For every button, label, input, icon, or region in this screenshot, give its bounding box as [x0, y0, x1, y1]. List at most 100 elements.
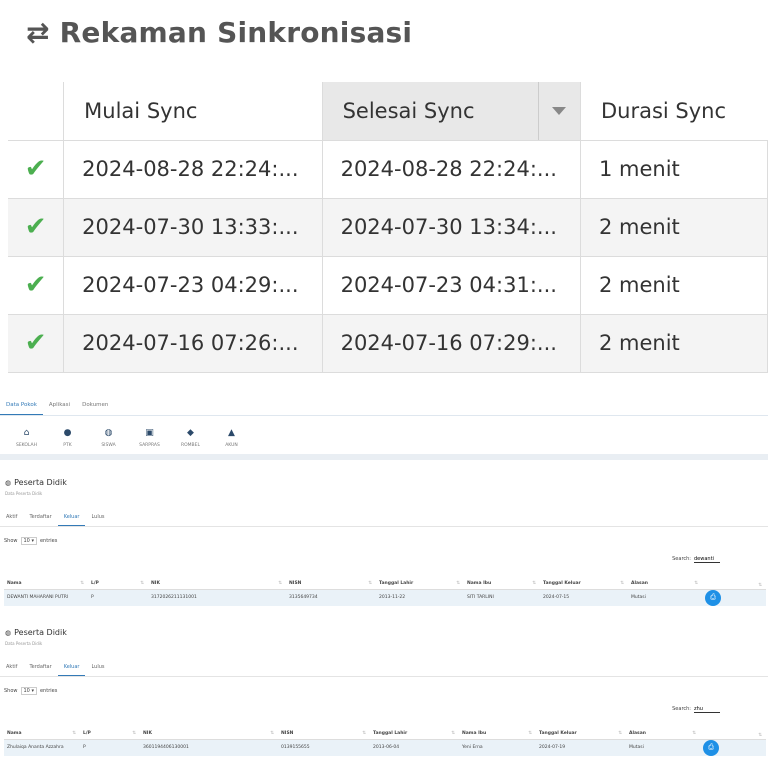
student-birthdate: 2013-06-04 [370, 739, 459, 756]
student-mother-name: Yeni Erna [459, 739, 536, 756]
sync-records-title: ⇄ Rekaman Sinkronisasi [26, 16, 412, 49]
column-header[interactable]: Nama Ibu ⇅ [464, 578, 540, 590]
page-length-select[interactable]: 10 ▾ [20, 687, 37, 695]
check-icon: ✔ [8, 197, 65, 257]
column-header[interactable]: NISN ⇅ [286, 578, 376, 590]
student-exit-date: 2024-07-15 [540, 589, 628, 606]
menu-item-label: SARPRAS [139, 443, 160, 448]
status-column-header [8, 82, 65, 141]
lock-icon: ▲ [228, 428, 235, 438]
sync-start-cell: 2024-07-23 04:29:... [63, 255, 323, 315]
menu-item-label: SISWA [101, 443, 116, 448]
peserta-didik-panel: ◍ Peserta Didik Data Peserta Didik Aktif… [0, 628, 768, 775]
sync-end-cell: 2024-07-16 07:29:... [321, 313, 581, 373]
students-table: Nama ⇅ L/P ⇅ NIK ⇅ NISN ⇅ Tanggal Lahir ⇅ Nam… [4, 728, 766, 756]
image-icon: ▣ [145, 428, 154, 438]
sort-dropdown-button[interactable] [537, 82, 580, 140]
check-icon: ✔ [8, 313, 65, 373]
print-icon[interactable]: ⎙ [703, 739, 719, 756]
duration-column-header[interactable]: Durasi Sync [579, 82, 768, 141]
student-nisn: 0139155655 [278, 739, 370, 756]
tab-terdaftar[interactable]: Terdaftar [23, 511, 57, 526]
search-input[interactable] [694, 705, 720, 713]
tab-aplikasi[interactable]: Aplikasi [43, 396, 76, 415]
sync-duration-cell: 1 menit [579, 139, 768, 199]
sync-records-section: ⇄ Rekaman Sinkronisasi Mulai Sync Selesa… [0, 0, 768, 385]
peserta-didik-panel: ◍ Peserta Didik Data Peserta Didik Aktif… [0, 478, 768, 622]
tab-keluar[interactable]: Keluar [57, 661, 86, 676]
column-header[interactable]: NIK ⇅ [148, 578, 286, 590]
column-header[interactable]: Tanggal Lahir ⇅ [376, 578, 464, 590]
student-status-tabs: Aktif Terdaftar Keluar Lulus [0, 661, 768, 677]
menu-item-sekolah[interactable]: ⌂ SEKOLAH [6, 418, 47, 454]
student-mother-name: SITI TARLINI [464, 589, 540, 606]
print-icon[interactable]: ⎙ [705, 589, 721, 606]
table-row: DEWANTI MAHARANI PUTRI P 317202621113100… [4, 589, 766, 606]
menu-item-label: AKUN [225, 443, 238, 448]
menu-item-label: SEKOLAH [15, 443, 38, 448]
column-header-actions: ⇅ [700, 728, 766, 740]
menu-item-sarpras[interactable]: ▣ SARPRAS [129, 418, 170, 454]
sync-records-table: Mulai Sync Selesai Sync Durasi Sync ✔ 20… [8, 82, 768, 373]
menu-item-label: PTK [63, 443, 72, 448]
student-gender: P [88, 589, 148, 606]
menu-item-label: ROMBEL [181, 443, 200, 448]
column-header[interactable]: Nama ⇅ [4, 728, 80, 740]
student-exit-reason: Mutasi [626, 739, 700, 756]
student-gender: P [80, 739, 140, 756]
start-column-header[interactable]: Mulai Sync [63, 82, 323, 141]
column-header[interactable]: NISN ⇅ [278, 728, 370, 740]
top-tabs: Data Pokok Aplikasi Dokumen [0, 396, 768, 416]
check-icon: ✔ [8, 255, 65, 315]
tab-lulus[interactable]: Lulus [85, 661, 110, 676]
home-icon: ⌂ [23, 428, 30, 438]
column-header[interactable]: NIK ⇅ [140, 728, 278, 740]
student-name: Zhulaiqa Ananta Azzahra [4, 739, 80, 756]
column-header-actions: ⇅ [702, 578, 766, 590]
tab-dokumen[interactable]: Dokumen [76, 396, 114, 415]
tab-aktif[interactable]: Aktif [0, 661, 23, 676]
column-header[interactable]: L/P ⇅ [88, 578, 148, 590]
search-input[interactable] [694, 555, 720, 563]
table-row: ✔ 2024-07-16 07:26:... 2024-07-16 07:29:… [8, 313, 768, 373]
menu-item-akun[interactable]: ▲ AKUN [211, 418, 252, 454]
column-header[interactable]: L/P ⇅ [80, 728, 140, 740]
check-icon: ✔ [8, 139, 65, 199]
row-actions: ⎙ [702, 589, 766, 606]
menu-item-rombel[interactable]: ◆ ROMBEL [170, 418, 211, 454]
sync-duration-cell: 2 menit [579, 197, 768, 257]
page-length-select[interactable]: 10 ▾ [20, 537, 37, 545]
student-birthdate: 2013-11-22 [376, 589, 464, 606]
student-nik: 3172026211131001 [148, 589, 286, 606]
menu-item-ptk[interactable]: ● PTK [47, 418, 88, 454]
tab-keluar[interactable]: Keluar [57, 511, 86, 526]
column-header[interactable]: Tanggal Lahir ⇅ [370, 728, 459, 740]
end-column-label: Selesai Sync [342, 98, 475, 123]
column-header[interactable]: Nama ⇅ [4, 578, 88, 590]
student-nisn: 3135649734 [286, 589, 376, 606]
panel-subtitle: Data Peserta Didik [5, 491, 43, 496]
student-exit-date: 2024-07-19 [536, 739, 626, 756]
sync-records-title-text: Rekaman Sinkronisasi [59, 16, 413, 49]
column-header[interactable]: Alasan ⇅ [626, 728, 700, 740]
students-table: Nama ⇅ L/P ⇅ NIK ⇅ NISN ⇅ Tanggal Lahir ⇅ Nam… [4, 578, 766, 606]
column-header[interactable]: Alasan ⇅ [628, 578, 702, 590]
tab-aktif[interactable]: Aktif [0, 511, 23, 526]
menu-item-siswa[interactable]: ◍ SISWA [88, 418, 129, 454]
page-length-control: Show 10 ▾ entries [4, 537, 58, 545]
tab-data-pokok[interactable]: Data Pokok [0, 396, 43, 415]
tab-terdaftar[interactable]: Terdaftar [23, 661, 57, 676]
column-header[interactable]: Tanggal Keluar ⇅ [536, 728, 626, 740]
column-header[interactable]: Tanggal Keluar ⇅ [540, 578, 628, 590]
end-column-header[interactable]: Selesai Sync [321, 82, 581, 141]
panel-title: ◍ Peserta Didik [5, 478, 67, 487]
caret-down-icon [552, 106, 567, 115]
sync-icon: ⇄ [26, 16, 50, 49]
users-icon: ◍ [5, 628, 12, 637]
page-length-control: Show 10 ▾ entries [4, 687, 58, 695]
table-row: ✔ 2024-07-30 13:33:... 2024-07-30 13:34:… [8, 197, 768, 257]
users-icon: ◍ [104, 428, 113, 438]
boxes-icon: ◆ [187, 428, 194, 438]
column-header[interactable]: Nama Ibu ⇅ [459, 728, 536, 740]
tab-lulus[interactable]: Lulus [85, 511, 110, 526]
